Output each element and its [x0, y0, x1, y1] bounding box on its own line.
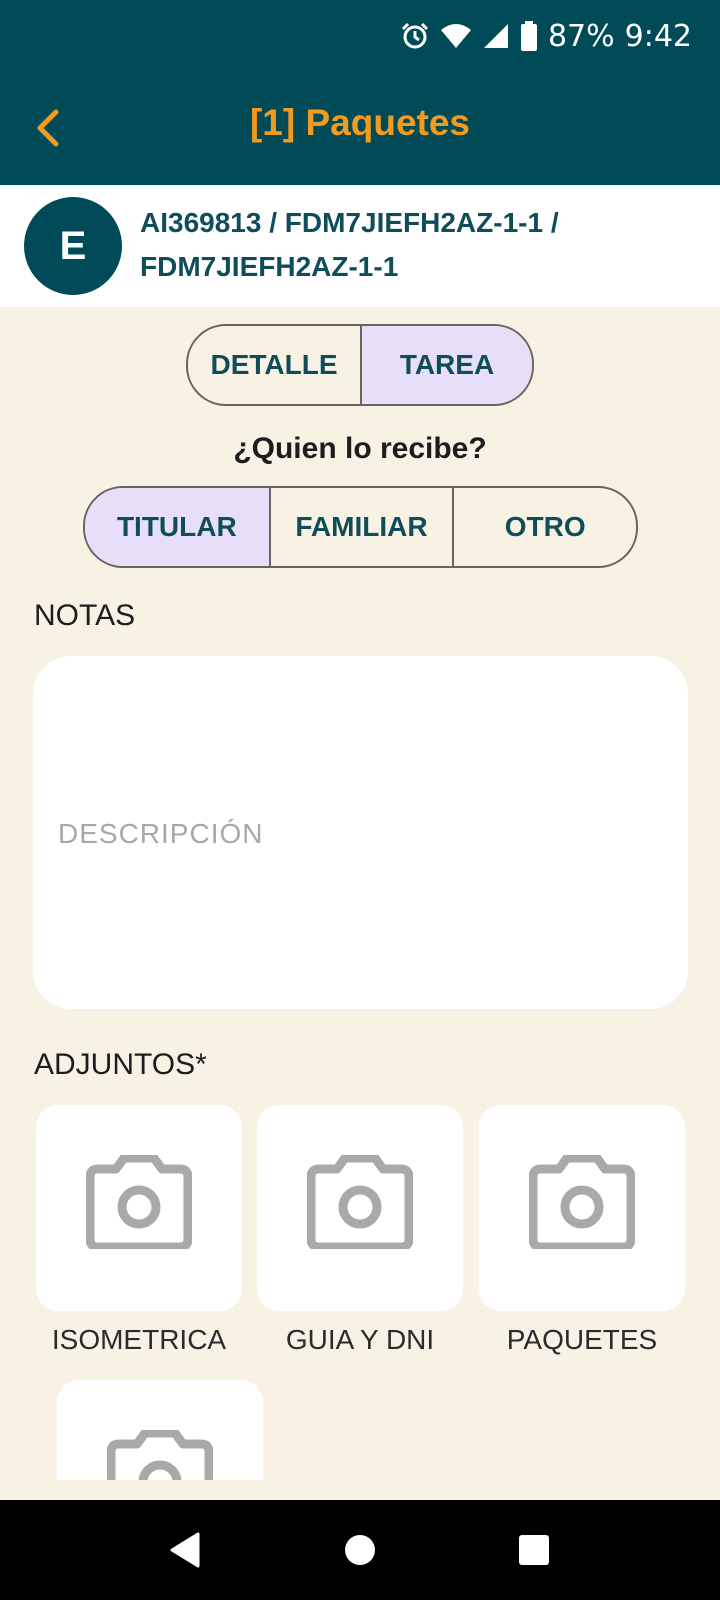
- signal-icon: [482, 22, 510, 50]
- status-icons: 87% 9:42: [400, 16, 692, 56]
- clock: 9:42: [624, 18, 692, 54]
- tab-tarea[interactable]: TAREA: [360, 326, 532, 404]
- order-reference-line-2: FDM7JIEFH2AZ-1-1: [140, 251, 399, 282]
- nav-home-button[interactable]: [340, 1530, 380, 1570]
- recipient-question: ¿Quien lo recibe?: [233, 432, 487, 465]
- notes-placeholder: DESCRIPCIÓN: [58, 818, 264, 849]
- attachment-isometrica-button[interactable]: [36, 1105, 242, 1311]
- status-bar: 87% 9:42: [0, 0, 720, 72]
- notes-input[interactable]: DESCRIPCIÓN: [33, 656, 688, 1009]
- recipient-option-otro[interactable]: OTRO: [452, 488, 636, 566]
- recipient-option-familiar[interactable]: FAMILIAR: [268, 488, 453, 566]
- order-reference: AI369813 / FDM7JIEFH2AZ-1-1 / FDM7JIEFH2…: [140, 201, 700, 289]
- avatar: E: [24, 197, 122, 295]
- notes-label: NOTAS: [34, 599, 136, 632]
- view-tabs: DETALLE TAREA: [186, 324, 534, 406]
- wifi-icon: [440, 22, 472, 50]
- triangle-back-icon: [170, 1532, 200, 1568]
- recipient-selector: TITULAR FAMILIAR OTRO: [83, 486, 638, 568]
- alarm-icon: [400, 21, 430, 51]
- nav-recents-button[interactable]: [514, 1530, 554, 1570]
- recipient-option-titular[interactable]: TITULAR: [85, 488, 269, 566]
- attachment-paquetes-button[interactable]: [479, 1105, 685, 1311]
- camera-icon: [529, 1155, 635, 1249]
- page-title: [1] Paquetes: [249, 102, 470, 143]
- square-recents-icon: [519, 1535, 549, 1565]
- battery-icon: [520, 21, 538, 51]
- circle-home-icon: [345, 1535, 375, 1565]
- attachment-label: PAQUETES: [506, 1324, 658, 1355]
- tab-detalle[interactable]: DETALLE: [188, 326, 360, 404]
- order-header: E AI369813 / FDM7JIEFH2AZ-1-1 / FDM7JIEF…: [0, 185, 720, 307]
- attachment-guia-dni-button[interactable]: [257, 1105, 463, 1311]
- attachment-extra-button[interactable]: [57, 1380, 263, 1480]
- system-nav-bar: [0, 1500, 720, 1600]
- nav-back-button[interactable]: [166, 1530, 206, 1570]
- camera-icon: [107, 1430, 213, 1480]
- attachment-label: GUIA Y DNI: [285, 1324, 435, 1355]
- app-bar: [1] Paquetes: [0, 72, 720, 185]
- order-reference-line-1: AI369813 / FDM7JIEFH2AZ-1-1 /: [140, 207, 559, 238]
- attachments-overflow-area: [0, 1370, 720, 1480]
- attachments-label: ADJUNTOS*: [34, 1048, 207, 1081]
- attachment-label: ISOMETRICA: [51, 1324, 227, 1355]
- camera-icon: [86, 1155, 192, 1249]
- camera-icon: [307, 1155, 413, 1249]
- battery-percent: 87%: [547, 18, 615, 54]
